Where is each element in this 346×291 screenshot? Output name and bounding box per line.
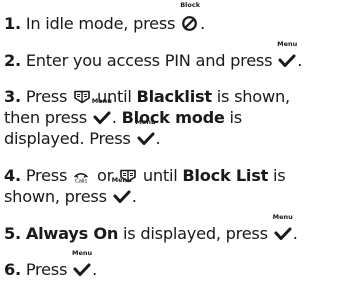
step-text: . [297, 51, 303, 70]
step-text: is displayed, press [118, 224, 273, 243]
instruction-page: 1. In idle mode, press Block. 2. Enter y… [0, 0, 346, 291]
step-3-line-2: then press Menu. Block mode is [4, 98, 243, 128]
step-text: . [111, 108, 122, 127]
block-icon: Block [180, 2, 200, 31]
menu-option-blacklist: Blacklist [136, 87, 212, 106]
menu-option-block-list: Block List [182, 166, 269, 185]
step-text: is [268, 166, 286, 185]
menu-icon-caption: Menu [277, 40, 298, 48]
menu-icon: Menu [277, 41, 297, 67]
step-number: 6. [4, 260, 21, 279]
step-6: 6. Press Menu. [4, 250, 97, 280]
step-text: Enter you access PIN and press [20, 51, 278, 70]
step-text: . [155, 129, 161, 148]
step-3: 3. Press until Blacklist is shown, [4, 86, 290, 107]
menu-icon-caption: Menu [272, 213, 293, 221]
phonebook-icon [73, 86, 91, 104]
step-text: Press [20, 87, 73, 106]
step-3-line-3: displayed. Press Menu. [4, 119, 161, 149]
step-text: . [131, 187, 137, 206]
step-text: displayed. Press [4, 129, 136, 148]
menu-icon-caption: Menu [111, 176, 132, 184]
step-text: shown, press [4, 187, 112, 206]
step-4: 4. Press Calls or until Block List is [4, 165, 286, 186]
step-text: then press [4, 108, 92, 127]
step-text: . [200, 14, 206, 33]
menu-icon-caption: Menu [135, 118, 156, 126]
menu-icon-caption: Menu [72, 249, 93, 257]
menu-icon-caption: Menu [91, 97, 112, 105]
block-icon-caption: Block [180, 1, 201, 9]
step-text: Press [20, 260, 73, 279]
menu-icon: Menu [135, 119, 156, 145]
step-2: 2. Enter you access PIN and press Menu. [4, 41, 303, 71]
step-number: 1. [4, 14, 21, 33]
step-text: is [224, 108, 243, 127]
step-text: is shown, [211, 87, 290, 106]
step-text: In idle mode, press [20, 14, 181, 33]
step-number: 4. [4, 166, 21, 185]
step-text: . [92, 260, 97, 279]
menu-option-always-on: Always On [25, 224, 119, 243]
menu-icon: Menu [92, 98, 112, 124]
step-5: 5. Always On is displayed, press Menu. [4, 214, 298, 244]
step-1: 1. In idle mode, press Block. [4, 2, 206, 34]
menu-icon: Menu [112, 177, 132, 203]
step-number: 5. [4, 224, 21, 243]
svg-text:Calls: Calls [75, 179, 87, 185]
menu-icon: Menu [273, 214, 293, 240]
step-number: 3. [4, 87, 21, 106]
step-text: Press [20, 166, 73, 185]
menu-icon: Menu [72, 250, 92, 276]
step-number: 2. [4, 51, 21, 70]
calls-icon: Calls [73, 165, 91, 185]
step-text: until [137, 166, 183, 185]
step-4-line-2: shown, press Menu. [4, 177, 137, 207]
step-text: . [292, 224, 298, 243]
